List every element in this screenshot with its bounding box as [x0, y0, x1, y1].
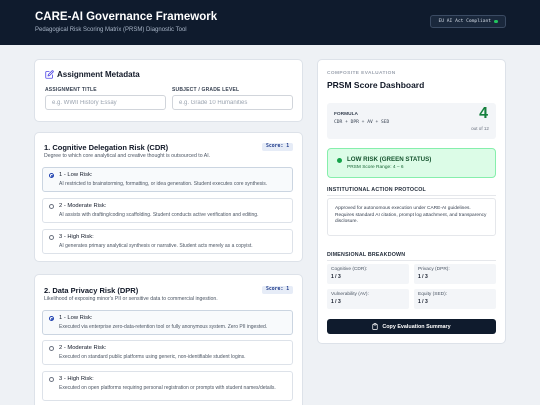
option-title: 1 - Low Risk: [59, 172, 93, 178]
dimension-value: 1 / 3 [418, 299, 428, 305]
option-description: AI generates primary analytical synthesi… [59, 243, 253, 249]
total-score: 4 [479, 105, 488, 122]
protocol-panel: Approved for autonomous execution under … [327, 198, 496, 236]
dimension-label: Cognitive (CDR): [331, 267, 368, 272]
dimension-value: 1 / 3 [418, 274, 428, 280]
option-description: Executed via enterprise zero-data-retent… [59, 324, 268, 330]
cdr-option-moderate[interactable]: 2 - Moderate Risk: AI assists with draft… [42, 198, 293, 223]
dimension-vulnerability: Vulnerability (AV): 1 / 3 [327, 289, 409, 309]
dimension-label: Equity (SED): [418, 292, 448, 297]
clipboard-icon [372, 323, 378, 330]
dpr-option-low[interactable]: 1 - Low Risk: Executed via enterprise ze… [42, 310, 293, 335]
protocol-text: Approved for autonomous execution under … [335, 206, 487, 225]
option-title: 2 - Moderate Risk: [59, 345, 107, 351]
risk-score-range: PRSM Score Range: 4 – 6 [347, 165, 404, 170]
assignment-title-label: ASSIGNMENT TITLE [45, 87, 97, 93]
copy-summary-label: Copy Evaluation Summary [382, 323, 451, 330]
option-title: 3 - High Risk: [59, 234, 94, 240]
dashboard-caption: COMPOSITE EVALUATION [327, 71, 396, 76]
cdr-description: Degree to which core analytical and crea… [44, 153, 211, 159]
protocol-heading: INSTITUTIONAL ACTION PROTOCOL [327, 187, 426, 193]
compliance-badge: EU AI Act Compliant [430, 15, 506, 28]
app-title: CARE-AI Governance Framework [35, 11, 218, 23]
option-description: AI assists with drafting/coding scaffold… [59, 212, 259, 218]
metadata-title: Assignment Metadata [57, 70, 140, 79]
radio-selected-icon[interactable] [49, 173, 54, 178]
dashboard-title: PRSM Score Dashboard [327, 80, 425, 90]
option-description: AI restricted to brainstorming, formatti… [59, 181, 268, 187]
subject-label: SUBJECT / GRADE LEVEL [172, 87, 240, 93]
dpr-option-moderate[interactable]: 2 - Moderate Risk: Executed on standard … [42, 340, 293, 365]
cdr-score-badge: Score: 1 [262, 143, 294, 151]
assignment-title-input[interactable] [45, 95, 166, 110]
cdr-title: 1. Cognitive Delegation Risk (CDR) [44, 143, 169, 152]
dpr-title: 2. Data Privacy Risk (DPR) [44, 286, 139, 295]
option-title: 2 - Moderate Risk: [59, 203, 107, 209]
dpr-description: Likelihood of exposing minor's PII or se… [44, 296, 218, 302]
formula-panel: FORMULA CDR + DPR + AV + SED 4 out of 12 [327, 103, 496, 139]
metadata-card: Assignment Metadata ASSIGNMENT TITLE SUB… [34, 59, 303, 122]
radio-icon[interactable] [49, 204, 54, 209]
dimension-cognitive: Cognitive (CDR): 1 / 3 [327, 264, 409, 284]
dpr-score-badge: Score: 1 [262, 286, 294, 294]
dimension-label: Vulnerability (AV): [331, 292, 369, 297]
risk-status-title: LOW RISK (GREEN STATUS) [347, 156, 432, 163]
dimension-equity: Equity (SED): 1 / 3 [414, 289, 496, 309]
radio-icon[interactable] [49, 346, 54, 351]
dimension-privacy: Privacy (DPR): 1 / 3 [414, 264, 496, 284]
formula-expression: CDR + DPR + AV + SED [334, 120, 390, 125]
subject-grade-input[interactable] [172, 95, 293, 110]
dimension-value: 1 / 3 [331, 274, 341, 280]
copy-summary-button[interactable]: Copy Evaluation Summary [327, 319, 496, 334]
option-title: 1 - Low Risk: [59, 315, 93, 321]
score-out-of: out of 12 [471, 126, 489, 131]
divider [327, 195, 496, 196]
status-dot-icon [494, 19, 498, 24]
radio-icon[interactable] [49, 377, 54, 382]
app-header: CARE-AI Governance Framework Pedagogical… [0, 0, 540, 45]
cdr-option-low[interactable]: 1 - Low Risk: AI restricted to brainstor… [42, 167, 293, 192]
compliance-badge-label: EU AI Act Compliant [438, 19, 492, 24]
option-title: 3 - High Risk: [59, 376, 94, 382]
dimension-value: 1 / 3 [331, 299, 341, 305]
dpr-option-high[interactable]: 3 - High Risk: Executed on open platform… [42, 371, 293, 401]
edit-icon [45, 70, 54, 79]
risk-status-panel: LOW RISK (GREEN STATUS) PRSM Score Range… [327, 148, 496, 178]
formula-label: FORMULA [334, 112, 358, 117]
radio-selected-icon[interactable] [49, 316, 54, 321]
risk-status-dot-icon [337, 158, 342, 163]
radio-icon[interactable] [49, 235, 54, 240]
app-subtitle: Pedagogical Risk Scoring Matrix (PRSM) D… [35, 27, 187, 33]
option-description: Executed on open platforms requiring per… [59, 385, 276, 391]
option-description: Executed on standard public platforms us… [59, 354, 246, 360]
breakdown-heading: DIMENSIONAL BREAKDOWN [327, 252, 406, 258]
divider [327, 260, 496, 261]
cdr-option-high[interactable]: 3 - High Risk: AI generates primary anal… [42, 229, 293, 254]
dimension-label: Privacy (DPR): [418, 267, 450, 272]
